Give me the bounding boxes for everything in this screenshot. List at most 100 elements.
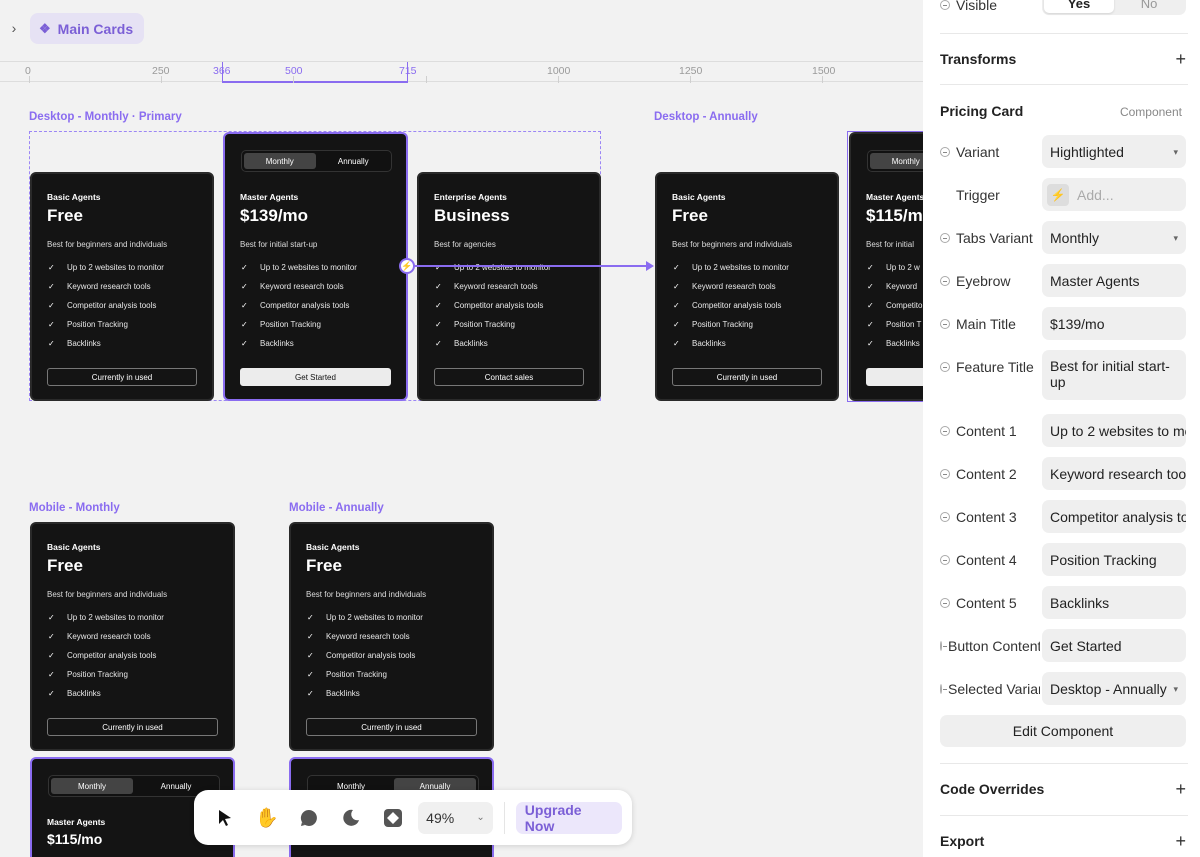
card-title: Free: [306, 556, 342, 575]
check-icon: ✓: [867, 339, 874, 348]
prop-row-trigger: Trigger ⚡ Add...: [940, 178, 1186, 211]
selected-variant-select[interactable]: Desktop - Annually ▾: [1042, 672, 1186, 705]
variable-icon[interactable]: [940, 232, 950, 243]
pricing-card-highlighted[interactable]: Monthly Annually Master Agents $139/mo B…: [223, 132, 408, 401]
transforms-section[interactable]: Transforms +: [940, 49, 1186, 70]
feature-item: ✓ Up to 2 websites to monitor: [48, 258, 164, 277]
content-1-input[interactable]: Up to 2 websites to monitor: [1042, 414, 1186, 447]
card-button[interactable]: Get Started: [240, 368, 391, 386]
frame-label-mobile-annually[interactable]: Mobile - Annually: [289, 502, 384, 514]
prop-value: Monthly: [1050, 229, 1100, 246]
plus-icon[interactable]: +: [1175, 779, 1186, 800]
variable-icon[interactable]: [940, 0, 950, 10]
frame-label-desktop-monthly[interactable]: Desktop - Monthly · Primary: [29, 111, 182, 123]
pricing-card[interactable]: Basic Agents Free Best for beginners and…: [30, 172, 214, 401]
lightning-icon[interactable]: ⚡: [399, 258, 415, 274]
variable-icon[interactable]: [940, 511, 950, 522]
tab-annually[interactable]: Annually: [318, 153, 390, 169]
pricing-card[interactable]: Basic Agents Free Best for beginners and…: [289, 522, 494, 751]
export-section[interactable]: Export +: [940, 831, 1186, 852]
prop-label: Content 5: [940, 586, 1040, 619]
variable-icon[interactable]: [940, 425, 950, 436]
comment-icon[interactable]: [288, 798, 330, 838]
upgrade-button[interactable]: Upgrade Now: [515, 801, 622, 834]
variable-icon[interactable]: [940, 597, 950, 608]
variable-icon[interactable]: [940, 468, 950, 479]
billing-tabs: Monthly Annually: [241, 150, 392, 172]
card-button[interactable]: Currently in used: [47, 368, 197, 386]
frame-label-mobile-monthly[interactable]: Mobile - Monthly: [29, 502, 120, 514]
edit-component-button[interactable]: Edit Component: [940, 715, 1186, 747]
prop-label-text: Content 2: [956, 465, 1017, 482]
visible-yes[interactable]: Yes: [1044, 0, 1114, 13]
main-title-input[interactable]: $139/mo: [1042, 307, 1186, 340]
variable-icon[interactable]: [940, 275, 950, 286]
pricing-card[interactable]: Basic Agents Free Best for beginners and…: [655, 172, 839, 401]
visible-no[interactable]: No: [1114, 0, 1184, 13]
card-button[interactable]: Currently in used: [672, 368, 822, 386]
trigger-field[interactable]: ⚡ Add...: [1042, 178, 1186, 211]
tab-monthly[interactable]: Monthly: [870, 153, 923, 169]
feature-list: ✓ Up to 2 websites to monitor ✓ Keyword re…: [241, 258, 357, 353]
variable-icon[interactable]: [940, 146, 950, 157]
variable-icon[interactable]: [940, 361, 950, 372]
content-5-input[interactable]: Backlinks: [1042, 586, 1186, 619]
prop-value: Backlinks: [1050, 594, 1110, 611]
pricing-card[interactable]: Basic Agents Free Best for beginners and…: [30, 522, 235, 751]
feature-item: ✓ Position Tracking: [435, 315, 551, 334]
plus-icon[interactable]: +: [1175, 49, 1186, 70]
feature-text: Up to 2 websites to monitor: [326, 613, 423, 622]
feature-item: ✓ Up to 2 w: [867, 258, 922, 277]
breadcrumb[interactable]: ❖ Main Cards: [30, 13, 145, 44]
frame-label-desktop-annually[interactable]: Desktop - Annually: [654, 111, 758, 123]
check-icon: ✓: [435, 320, 442, 329]
check-icon: ✓: [867, 320, 874, 329]
lightning-icon: ⚡: [1047, 183, 1069, 206]
button-content-input[interactable]: Get Started: [1042, 629, 1186, 662]
design-canvas[interactable]: › ❖ Main Cards 0 250 366 500 715 1000 12…: [0, 0, 923, 857]
feature-text: Competitor analysis tools: [67, 301, 157, 310]
prop-label-text: Eyebrow: [956, 272, 1011, 289]
content-3-input[interactable]: Competitor analysis tools: [1042, 500, 1186, 533]
zoom-select[interactable]: 49% ⌄: [418, 801, 493, 834]
variable-icon[interactable]: [940, 640, 947, 651]
cursor-icon[interactable]: [204, 798, 246, 838]
feature-text: Up to 2 websites to monitor: [260, 263, 357, 272]
prop-label-text: Main Title: [956, 315, 1016, 332]
card-button[interactable]: Currently in used: [306, 718, 477, 736]
divider: [940, 763, 1188, 764]
card-button[interactable]: Contact sales: [434, 368, 584, 386]
card-button[interactable]: Currently in used: [47, 718, 218, 736]
feature-item: ✓ Backlinks: [673, 334, 789, 353]
tabs-variant-select[interactable]: Monthly ▾: [1042, 221, 1186, 254]
variant-select[interactable]: Hightlighted ▾: [1042, 135, 1186, 168]
feature-item: ✓ Competito: [867, 296, 922, 315]
code-overrides-section[interactable]: Code Overrides +: [940, 779, 1186, 800]
variable-icon[interactable]: [940, 683, 947, 694]
feature-text: Up to 2 w: [886, 263, 920, 272]
variable-icon[interactable]: [940, 554, 950, 565]
prop-value: Add...: [1077, 186, 1114, 203]
card-button[interactable]: G: [866, 368, 923, 386]
theme-icon[interactable]: [330, 798, 372, 838]
pricing-card-highlighted[interactable]: Monthly Annually Master Agents $115/m Be…: [849, 132, 923, 401]
content-4-input[interactable]: Position Tracking: [1042, 543, 1186, 576]
chevron-right-icon[interactable]: ›: [6, 20, 22, 36]
tab-monthly[interactable]: Monthly: [244, 153, 316, 169]
hand-icon[interactable]: ✋: [246, 798, 288, 838]
card-title: Business: [434, 206, 510, 225]
card-description: Best for beginners and individuals: [306, 590, 427, 599]
feature-title-textarea[interactable]: Best for initial start-up: [1042, 350, 1186, 400]
components-icon[interactable]: [372, 798, 414, 838]
plus-icon[interactable]: +: [1175, 831, 1186, 852]
check-icon: ✓: [48, 301, 55, 310]
pricing-card[interactable]: Enterprise Agents Business Best for agen…: [417, 172, 601, 401]
prop-label-text: Content 5: [956, 594, 1017, 611]
variable-icon[interactable]: [940, 318, 950, 329]
prop-label-text: Content 1: [956, 422, 1017, 439]
prop-label: Button Content: [940, 629, 1040, 662]
content-2-input[interactable]: Keyword research tools: [1042, 457, 1186, 490]
check-icon: ✓: [48, 613, 55, 622]
eyebrow-input[interactable]: Master Agents: [1042, 264, 1186, 297]
tab-monthly[interactable]: Monthly: [51, 778, 133, 794]
